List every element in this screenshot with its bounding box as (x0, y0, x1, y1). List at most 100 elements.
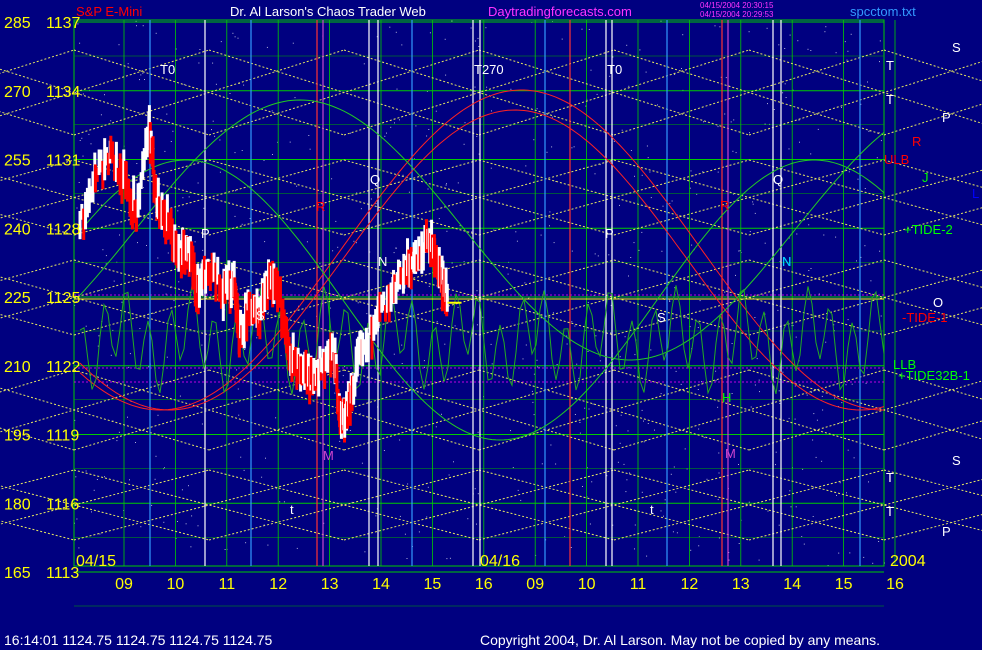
x-axis-tick: 09 (115, 576, 133, 593)
star-dot (137, 242, 138, 244)
star-dot (623, 463, 625, 465)
star-dot (597, 255, 599, 257)
star-dot (389, 26, 391, 28)
star-dot (191, 515, 193, 517)
star-dot (237, 37, 239, 39)
star-dot (849, 552, 851, 554)
star-dot (549, 225, 550, 227)
star-dot (661, 250, 663, 252)
star-dot (841, 402, 843, 404)
star-dot (334, 392, 336, 394)
star-dot (588, 408, 590, 410)
star-dot (436, 321, 438, 323)
star-dot (818, 293, 820, 295)
site-link[interactable]: Daytradingforecasts.com (488, 4, 632, 19)
y-axis-label-price: 1113 (46, 565, 79, 582)
star-dot (106, 384, 108, 386)
star-dot (851, 383, 853, 385)
star-dot (750, 406, 752, 408)
star-dot (815, 520, 817, 522)
star-dot (426, 135, 428, 137)
star-dot (157, 257, 159, 259)
star-dot (394, 122, 395, 124)
star-dot (822, 409, 824, 411)
star-dot (879, 40, 881, 42)
star-dot (879, 61, 880, 63)
star-dot (441, 413, 442, 415)
star-dot (785, 97, 787, 98)
star-dot (624, 336, 626, 338)
x-axis-tick: 16 (475, 576, 493, 593)
star-dot (571, 250, 573, 252)
star-dot (810, 268, 812, 269)
chart-title-left: S&P E-Mini (76, 4, 142, 19)
star-dot (752, 201, 754, 203)
star-dot (177, 210, 179, 212)
footer-copyright: Copyright 2004, Dr. Al Larson. May not b… (480, 632, 881, 648)
side-label: +TIDE32B-1 (898, 368, 970, 383)
star-dot (357, 302, 359, 304)
star-dot (758, 559, 760, 561)
star-dot (166, 356, 168, 358)
x-axis-tick: 11 (218, 576, 235, 593)
star-dot (847, 449, 849, 451)
star-dot (670, 473, 672, 475)
star-dot (179, 395, 181, 397)
star-dot (477, 37, 479, 39)
star-dot (812, 486, 814, 488)
file-name: spcctom.txt (850, 4, 916, 19)
star-dot (341, 233, 343, 235)
star-dot (571, 321, 573, 323)
star-dot (865, 382, 867, 384)
star-dot (153, 312, 155, 314)
star-dot (634, 548, 635, 550)
star-dot (735, 152, 737, 154)
star-dot (272, 154, 273, 155)
star-dot (660, 393, 662, 395)
star-dot (626, 479, 628, 481)
star-dot (662, 205, 664, 207)
chart-label: T270 (474, 62, 504, 77)
star-dot (592, 403, 594, 405)
star-dot (476, 523, 477, 525)
side-label: S (952, 40, 961, 55)
star-dot (76, 207, 78, 209)
star-dot (589, 523, 591, 525)
star-dot (846, 59, 848, 61)
star-dot (808, 270, 810, 271)
star-dot (846, 492, 847, 494)
star-dot (474, 40, 476, 42)
x-axis-tick: 15 (424, 576, 442, 593)
star-dot (638, 249, 640, 251)
x-axis-tick: 09 (526, 576, 544, 593)
star-dot (552, 312, 554, 314)
star-dot (879, 250, 881, 252)
timestamp-2: 04/15/2004 20:29:53 (700, 10, 774, 19)
star-dot (625, 491, 627, 493)
star-dot (283, 501, 285, 503)
star-dot (373, 192, 375, 194)
star-dot (752, 203, 754, 205)
star-dot (370, 198, 372, 200)
star-dot (731, 393, 733, 394)
star-dot (732, 150, 734, 152)
star-dot (135, 442, 136, 443)
star-dot (641, 409, 643, 411)
star-dot (490, 343, 492, 345)
star-dot (104, 476, 105, 478)
star-dot (717, 126, 719, 128)
star-dot (194, 241, 196, 243)
star-dot (470, 27, 472, 29)
star-dot (201, 344, 203, 346)
star-dot (715, 370, 717, 372)
star-dot (789, 490, 791, 492)
star-dot (778, 524, 780, 526)
star-dot (718, 537, 720, 539)
star-dot (79, 140, 81, 141)
star-dot (261, 476, 263, 478)
star-dot (474, 86, 476, 88)
star-dot (532, 401, 534, 403)
star-dot (178, 281, 180, 283)
star-dot (395, 247, 397, 249)
star-dot (399, 439, 401, 441)
